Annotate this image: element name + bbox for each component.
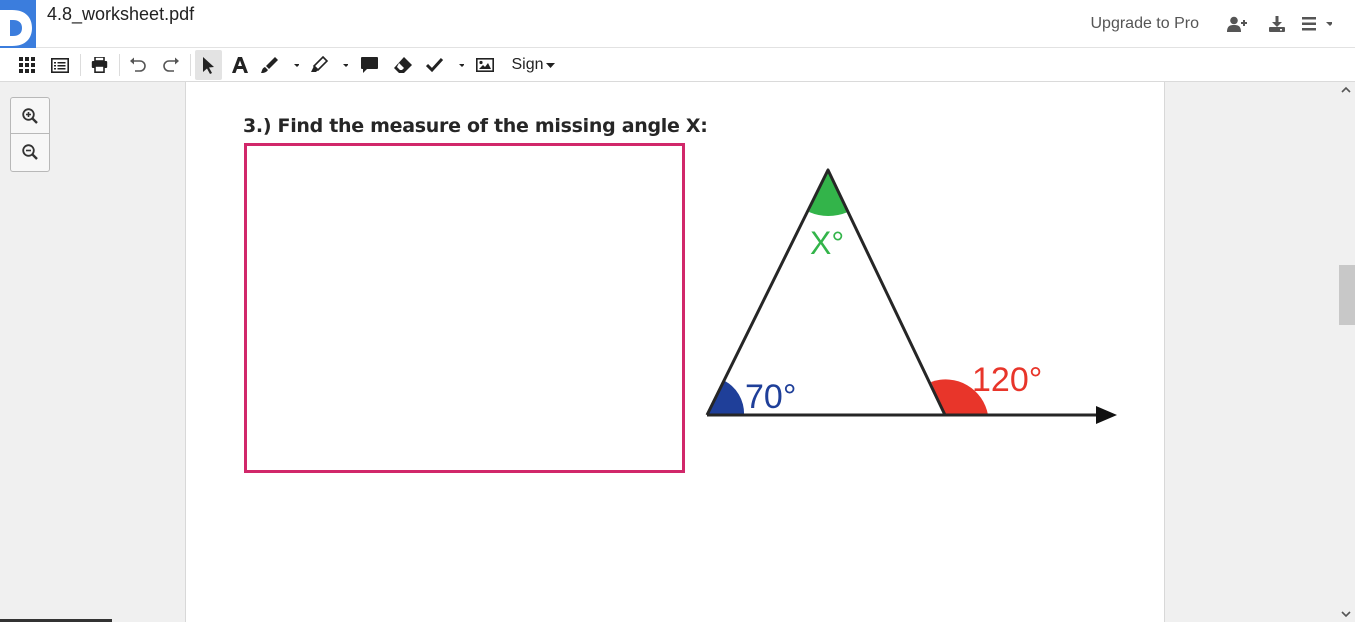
download-icon[interactable] (1257, 4, 1297, 44)
vertical-scrollbar[interactable] (1337, 82, 1355, 622)
checkmark-icon[interactable] (424, 50, 466, 80)
angle-120-label: 120° (972, 361, 1042, 399)
sign-dropdown[interactable]: Sign (508, 50, 558, 80)
app-logo-icon (0, 10, 32, 46)
document-title: 4.8_worksheet.pdf (47, 4, 195, 24)
menu-icon[interactable] (1297, 4, 1337, 44)
zoom-in-icon[interactable] (11, 98, 49, 134)
eraser-icon[interactable] (390, 50, 416, 80)
redo-icon[interactable] (158, 50, 184, 80)
chevron-down-icon (545, 62, 555, 68)
left-panel (0, 82, 185, 622)
annotation-toolbar: Sign (0, 48, 1355, 82)
add-user-icon[interactable] (1217, 4, 1257, 44)
pdf-page: 3.) Find the measure of the missing angl… (185, 82, 1165, 622)
sign-label: Sign (511, 56, 544, 73)
toolbar-divider (80, 54, 81, 76)
question-title: 3.) Find the measure of the missing angl… (243, 115, 708, 137)
undo-icon[interactable] (125, 50, 151, 80)
scroll-down-icon[interactable] (1340, 608, 1352, 620)
scroll-up-icon[interactable] (1340, 84, 1352, 96)
select-cursor-icon[interactable] (195, 50, 222, 80)
text-tool-icon[interactable] (228, 50, 252, 80)
chevron-down-icon (343, 64, 348, 67)
print-icon[interactable] (86, 50, 112, 80)
outline-list-icon[interactable] (47, 50, 73, 80)
draw-pen-icon[interactable] (259, 50, 301, 80)
highlighter-icon[interactable] (308, 50, 350, 80)
zoom-controls (10, 97, 50, 172)
angle-x-wedge (809, 170, 848, 216)
upgrade-button[interactable]: Upgrade to Pro (1090, 15, 1199, 33)
right-panel (1165, 82, 1337, 622)
scroll-thumb[interactable] (1339, 265, 1355, 325)
chevron-down-icon (459, 64, 464, 67)
angle-70-label: 70° (745, 378, 796, 416)
chevron-down-icon (1326, 22, 1332, 26)
zoom-out-icon[interactable] (11, 134, 49, 170)
ray-arrowhead (1096, 406, 1117, 424)
chevron-down-icon (294, 64, 299, 67)
toolbar-divider (190, 54, 191, 76)
header-actions: Upgrade to Pro (1090, 0, 1337, 48)
toolbar-divider (119, 54, 120, 76)
app-logo[interactable] (0, 0, 36, 48)
answer-box[interactable] (244, 143, 685, 473)
app-header: 4.8_worksheet.pdf Upgrade to Pro (0, 0, 1355, 48)
angle-x-label: X° (810, 225, 844, 261)
angle-70-wedge (707, 380, 745, 415)
triangle-diagram: X° 70° 120° (705, 168, 1117, 424)
image-icon[interactable] (472, 50, 498, 80)
thumbnails-grid-icon[interactable] (14, 50, 40, 80)
comment-icon[interactable] (356, 50, 382, 80)
